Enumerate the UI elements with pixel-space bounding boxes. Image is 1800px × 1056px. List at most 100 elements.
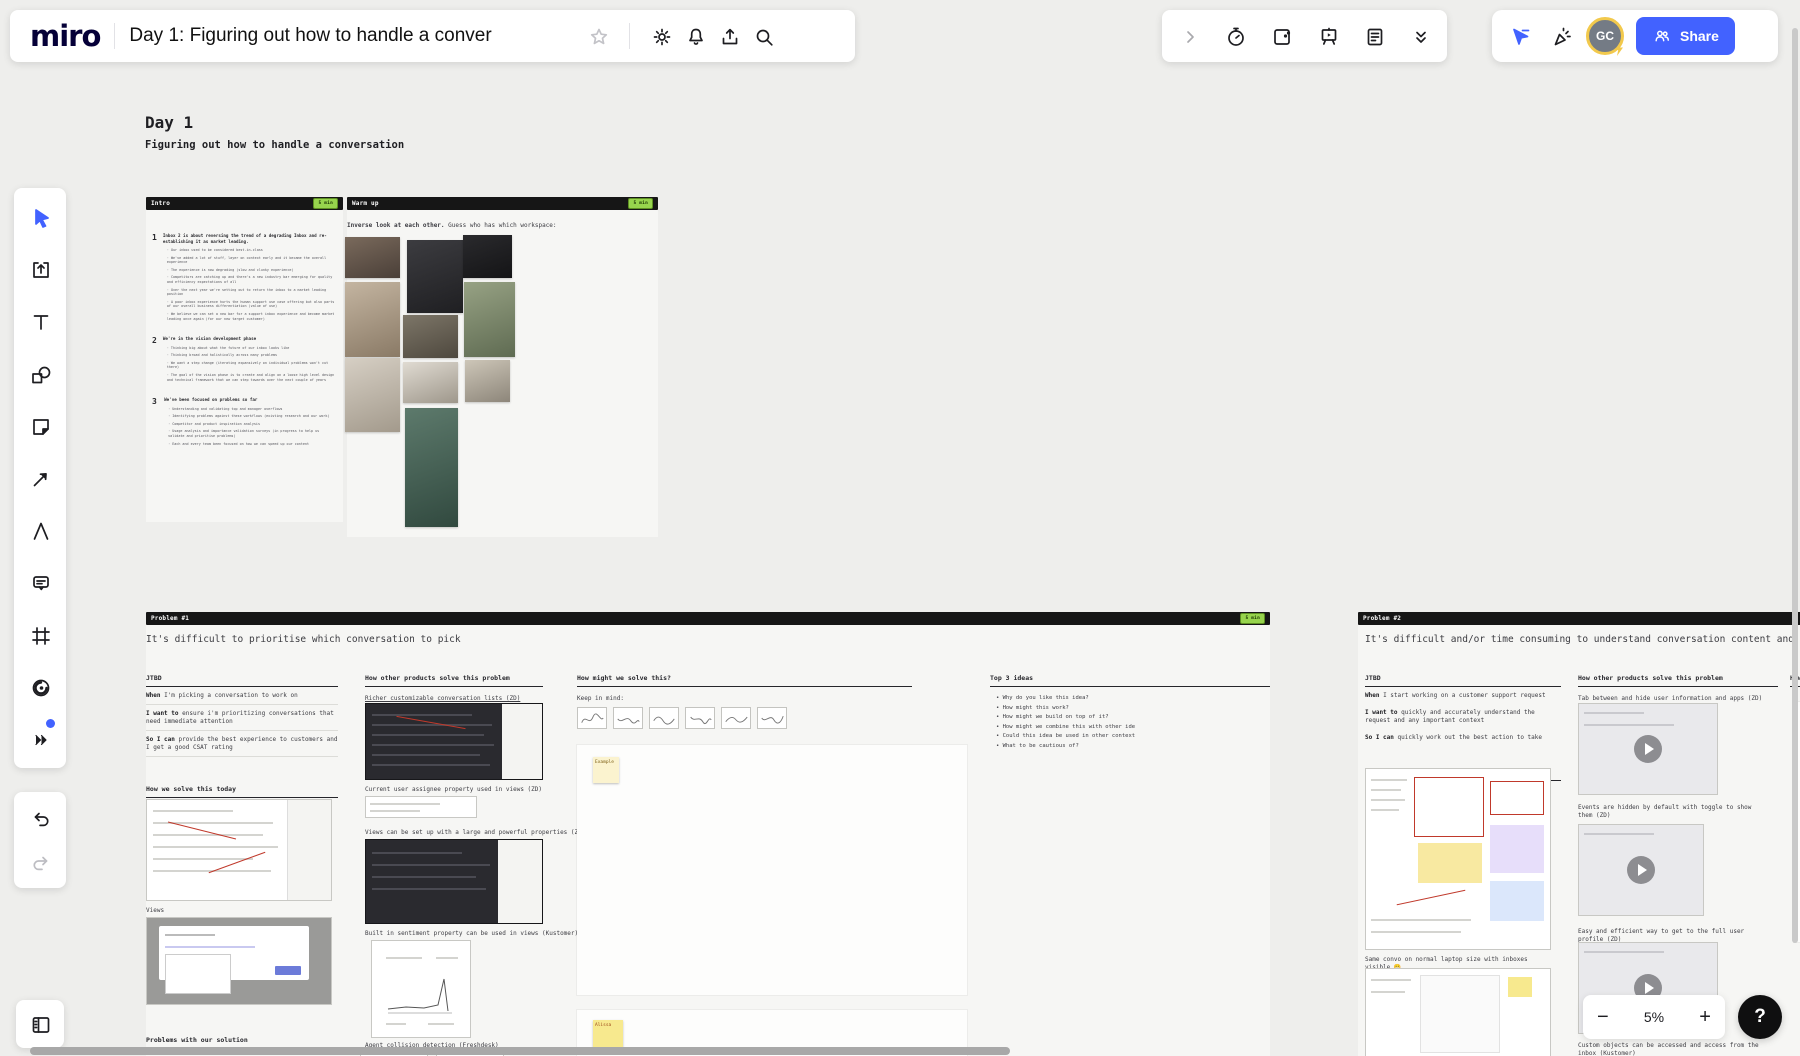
purple-highlight xyxy=(1490,825,1544,873)
workspace-photo[interactable] xyxy=(464,282,515,357)
gear-icon[interactable] xyxy=(644,19,678,53)
alissa-sticky-note[interactable]: Alissa xyxy=(593,1020,623,1050)
conversation-list-screenshot[interactable] xyxy=(146,799,332,901)
frame-problem2-titlebar[interactable]: Problem #2 xyxy=(1358,612,1800,625)
workspace-photo[interactable] xyxy=(345,282,400,357)
sketch-card[interactable] xyxy=(721,707,751,729)
problem2-col-other-products: How other products solve this problem Ta… xyxy=(1578,674,1778,703)
zoom-in-button[interactable]: + xyxy=(1699,1007,1711,1027)
sentiment-chart-screenshot[interactable] xyxy=(371,940,471,1038)
redo-icon[interactable] xyxy=(23,845,57,879)
miro-logo[interactable]: miro xyxy=(30,19,101,53)
frame-problem1-titlebar[interactable]: Problem #1 5 min xyxy=(146,612,1270,625)
decor xyxy=(1371,799,1405,801)
intro-item: 3 We've been focused on problems so far Un… xyxy=(152,397,336,449)
decor xyxy=(153,834,263,836)
decor xyxy=(165,934,215,936)
intro-item: 2 We're in the vision development phase Th… xyxy=(152,336,336,385)
zoom-level[interactable]: 5% xyxy=(1644,1009,1664,1025)
problem2-col-jtbd: JTBD When I start working on a customer … xyxy=(1365,674,1561,781)
timer-icon[interactable] xyxy=(1218,19,1252,53)
pen-tool[interactable] xyxy=(23,513,57,547)
workspace-photo[interactable] xyxy=(407,240,463,313)
connector-tool[interactable] xyxy=(23,461,57,495)
workspace-photo[interactable] xyxy=(405,408,458,527)
frame-tool[interactable] xyxy=(23,618,57,652)
intro-item-bullet: The goal of the vision phase is to creat… xyxy=(163,373,336,382)
workspace-photo[interactable] xyxy=(403,315,458,358)
more-tools[interactable] xyxy=(23,718,57,756)
follow-cursor-icon[interactable] xyxy=(1502,19,1536,53)
horizontal-scrollbar[interactable] xyxy=(30,1047,1010,1055)
chevron-double-down-icon[interactable] xyxy=(1403,19,1437,53)
play-button[interactable] xyxy=(1634,735,1662,763)
sketch-card[interactable] xyxy=(577,707,607,729)
workspace-photo[interactable] xyxy=(345,358,400,432)
share-button[interactable]: Share xyxy=(1636,17,1735,55)
bell-icon[interactable] xyxy=(678,19,712,53)
cards-icon[interactable] xyxy=(1264,19,1298,53)
star-icon[interactable] xyxy=(581,19,615,53)
intro-item-bullet: Thinking broad and holistically across m… xyxy=(163,353,336,358)
decor xyxy=(370,803,440,805)
views-dialog-screenshot[interactable] xyxy=(146,917,332,1005)
frame-problem2[interactable]: Problem #2 It's difficult and/or time co… xyxy=(1358,612,1800,1056)
annotated-inbox-screenshot[interactable] xyxy=(1365,768,1551,950)
workspace-photo[interactable] xyxy=(403,362,458,403)
decor xyxy=(1420,975,1500,1053)
jtbd-line: When I start working on a customer suppo… xyxy=(1365,692,1546,699)
talktrack-tool[interactable] xyxy=(23,670,57,704)
shapes-tool[interactable] xyxy=(23,357,57,391)
select-tool[interactable] xyxy=(23,200,57,234)
templates-tool[interactable] xyxy=(23,252,57,286)
workspace-photo[interactable] xyxy=(463,235,512,278)
sketch-card[interactable] xyxy=(757,707,787,729)
help-button[interactable]: ? xyxy=(1738,995,1782,1039)
zoom-controls: − 5% + xyxy=(1583,995,1725,1039)
play-button[interactable] xyxy=(1627,856,1655,884)
avatar[interactable]: GC xyxy=(1586,17,1624,56)
laptop-size-screenshot[interactable] xyxy=(1365,968,1551,1056)
workspace-photo[interactable] xyxy=(465,360,510,402)
text-tool[interactable] xyxy=(23,304,57,338)
frame-problem1[interactable]: Problem #1 5 min It's difficult to prior… xyxy=(146,612,1270,1056)
sketch-card[interactable] xyxy=(685,707,715,729)
example-sticky-note[interactable]: Example xyxy=(593,757,619,783)
workspace-photo[interactable] xyxy=(345,237,400,278)
intro-item-bullet: Usage analysis and importance validation… xyxy=(164,429,336,438)
search-icon[interactable] xyxy=(746,19,780,53)
sketch-card[interactable] xyxy=(613,707,643,729)
ideation-area[interactable] xyxy=(577,745,967,995)
frame-intro-titlebar[interactable]: Intro 5 min xyxy=(146,197,343,210)
video-thumb-1[interactable] xyxy=(1578,703,1718,795)
zoom-out-button[interactable]: − xyxy=(1597,1007,1609,1027)
export-icon[interactable] xyxy=(712,19,746,53)
decor xyxy=(1371,979,1411,981)
intro-item-bullet: We believe we can set a new bar for a su… xyxy=(163,312,336,321)
idea-prompt: How might we build on top of it? xyxy=(996,713,1270,723)
intro-item: 1 Inbox 2 is about reversing the trend of… xyxy=(152,233,336,324)
views-properties-screenshot[interactable] xyxy=(365,839,543,924)
decor xyxy=(372,754,480,756)
sticky-note-tool[interactable] xyxy=(23,409,57,443)
frame-intro[interactable]: Intro 5 min 1 Inbox 2 is about reversing … xyxy=(146,197,343,522)
decor xyxy=(502,704,542,779)
idea-prompt: What to be cautious of? xyxy=(996,742,1270,752)
celebration-icon[interactable] xyxy=(1544,19,1578,53)
board-title[interactable]: Day 1: Figuring out how to handle a conv… xyxy=(129,25,581,47)
presentation-icon[interactable] xyxy=(1311,19,1345,53)
video-thumb-2[interactable] xyxy=(1578,824,1704,916)
sketch-card[interactable] xyxy=(649,707,679,729)
zendesk-list-screenshot[interactable] xyxy=(365,703,543,780)
collapse-icon[interactable] xyxy=(1172,19,1206,53)
assignee-property-screenshot[interactable] xyxy=(365,796,477,818)
frame-warmup-titlebar[interactable]: Warm up 5 min xyxy=(347,197,658,210)
jtbd-line: So I can quickly work out the best actio… xyxy=(1365,734,1543,741)
notes-icon[interactable] xyxy=(1357,19,1391,53)
vertical-scrollbar[interactable] xyxy=(1792,28,1798,943)
undo-icon[interactable] xyxy=(23,801,57,835)
decor xyxy=(386,1023,406,1025)
frames-panel-button[interactable] xyxy=(16,1000,64,1048)
decor xyxy=(153,858,253,860)
comment-tool[interactable] xyxy=(23,565,57,599)
